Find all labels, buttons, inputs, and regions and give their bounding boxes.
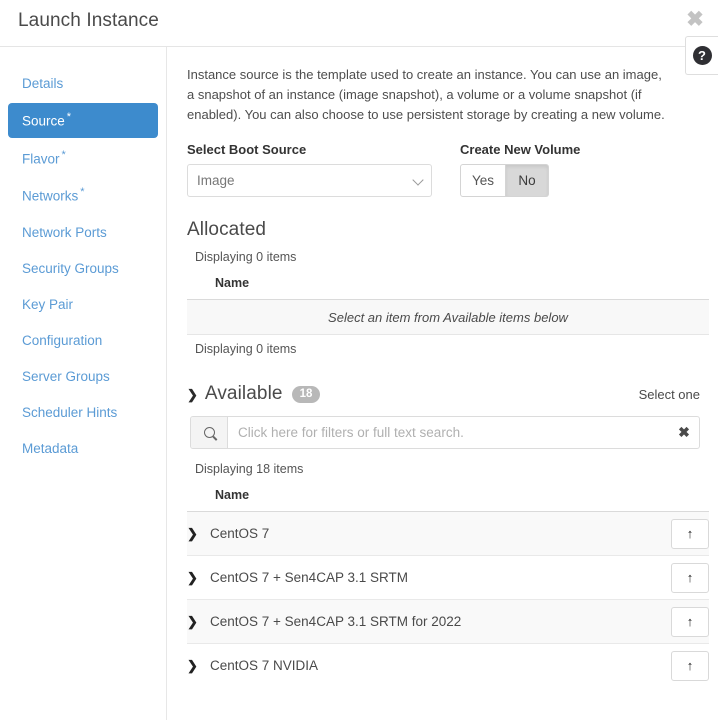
table-row[interactable]: ❯ CentOS 7 NVIDIA ↑ <box>187 644 709 688</box>
boot-source-select-wrapper: Image Instance Snapshot Volume Volume Sn… <box>187 164 432 197</box>
image-name: CentOS 7 <box>210 526 269 541</box>
allocate-up-arrow-button[interactable]: ↑ <box>671 519 709 549</box>
create-new-volume-label: Create New Volume <box>460 142 580 157</box>
modal-body: Details Source* Flavor* Networks* Networ… <box>0 47 718 720</box>
chevron-down-icon[interactable]: ❯ <box>187 388 198 401</box>
available-row-action-cell: ↑ <box>623 556 709 600</box>
available-header-row: Name <box>187 483 709 512</box>
available-column-action <box>623 483 709 512</box>
allocated-table: Name Select an item from Available items… <box>187 271 709 335</box>
allocated-table-body: Select an item from Available items belo… <box>187 300 709 335</box>
chevron-right-icon[interactable]: ❯ <box>187 570 203 586</box>
search-icon[interactable] <box>191 417 228 448</box>
sidebar-item-label: Details <box>22 76 63 91</box>
sidebar-item-flavor[interactable]: Flavor* <box>8 141 158 176</box>
sidebar-item-configuration[interactable]: Configuration <box>8 324 158 357</box>
image-name: CentOS 7 + Sen4CAP 3.1 SRTM <box>210 570 408 585</box>
sidebar-item-key-pair[interactable]: Key Pair <box>8 288 158 321</box>
available-title: Available <box>205 383 283 405</box>
available-header: ❯ Available 18 Select one <box>187 383 700 405</box>
sidebar-item-label: Key Pair <box>22 297 73 312</box>
chevron-right-icon[interactable]: ❯ <box>187 526 203 542</box>
chevron-right-icon[interactable]: ❯ <box>187 614 203 630</box>
close-icon[interactable]: ✖ <box>684 8 706 30</box>
allocated-title: Allocated <box>187 219 709 241</box>
allocate-up-arrow-button[interactable]: ↑ <box>671 563 709 593</box>
help-button[interactable]: ? <box>685 36 718 75</box>
sidebar-item-label: Security Groups <box>22 261 119 276</box>
sidebar-item-security-groups[interactable]: Security Groups <box>8 252 158 285</box>
boot-source-select[interactable]: Image Instance Snapshot Volume Volume Sn… <box>187 164 432 197</box>
sidebar-item-label: Configuration <box>22 333 102 348</box>
allocated-table-head: Name <box>187 271 709 300</box>
required-marker: * <box>67 111 71 123</box>
modal-header: Launch Instance ✖ <box>0 0 718 47</box>
sidebar-item-label: Flavor <box>22 151 60 166</box>
available-table: Name ❯ CentOS 7 ↑ <box>187 483 709 688</box>
sidebar-item-label: Server Groups <box>22 369 110 384</box>
required-marker: * <box>80 186 84 198</box>
sidebar-item-label: Network Ports <box>22 225 107 240</box>
allocated-empty-message: Select an item from Available items belo… <box>187 300 709 335</box>
available-count-badge: 18 <box>292 386 321 403</box>
sidebar-item-scheduler-hints[interactable]: Scheduler Hints <box>8 396 158 429</box>
allocated-count-top: Displaying 0 items <box>195 250 709 264</box>
allocated-column-name: Name <box>187 271 709 300</box>
table-row[interactable]: ❯ CentOS 7 ↑ <box>187 512 709 556</box>
search-input[interactable] <box>228 417 669 448</box>
page-title: Launch Instance <box>18 10 159 32</box>
create-new-volume-toggle: Yes No <box>460 164 580 197</box>
available-column-name: Name <box>187 483 623 512</box>
sidebar-item-label: Networks <box>22 189 78 204</box>
available-row-name-cell: ❯ CentOS 7 + Sen4CAP 3.1 SRTM <box>187 556 623 600</box>
allocate-up-arrow-button[interactable]: ↑ <box>671 651 709 681</box>
source-fields-row: Select Boot Source Image Instance Snapsh… <box>187 142 709 197</box>
image-name: CentOS 7 NVIDIA <box>210 658 318 673</box>
available-table-body: ❯ CentOS 7 ↑ ❯ CentOS 7 + Sen4CAP 3.1 SR… <box>187 512 709 688</box>
question-mark-icon: ? <box>693 46 712 65</box>
sidebar-item-label: Scheduler Hints <box>22 405 117 420</box>
available-row-action-cell: ↑ <box>623 512 709 556</box>
sidebar-item-server-groups[interactable]: Server Groups <box>8 360 158 393</box>
available-row-name-cell: ❯ CentOS 7 NVIDIA <box>187 644 623 688</box>
allocate-up-arrow-button[interactable]: ↑ <box>671 607 709 637</box>
boot-source-label: Select Boot Source <box>187 142 460 157</box>
sidebar-item-networks[interactable]: Networks* <box>8 178 158 213</box>
sidebar-item-label: Metadata <box>22 441 78 456</box>
sidebar-item-details[interactable]: Details <box>8 67 158 100</box>
table-row[interactable]: ❯ CentOS 7 + Sen4CAP 3.1 SRTM ↑ <box>187 556 709 600</box>
available-row-name-cell: ❯ CentOS 7 <box>187 512 623 556</box>
create-new-volume-field: Create New Volume Yes No <box>460 142 580 197</box>
sidebar-item-label: Source <box>22 114 65 129</box>
sidebar-item-metadata[interactable]: Metadata <box>8 432 158 465</box>
required-marker: * <box>62 149 66 161</box>
allocated-empty-row: Select an item from Available items belo… <box>187 300 709 335</box>
allocated-header-row: Name <box>187 271 709 300</box>
wizard-sidebar: Details Source* Flavor* Networks* Networ… <box>0 47 167 720</box>
chevron-right-icon[interactable]: ❯ <box>187 658 203 674</box>
select-one-hint: Select one <box>639 387 700 402</box>
instance-source-description: Instance source is the template used to … <box>187 65 669 125</box>
sidebar-item-source[interactable]: Source* <box>8 103 158 138</box>
available-row-action-cell: ↑ <box>623 600 709 644</box>
filter-search-bar: ✖ <box>190 416 700 449</box>
create-volume-no-button[interactable]: No <box>506 164 549 197</box>
table-row[interactable]: ❯ CentOS 7 + Sen4CAP 3.1 SRTM for 2022 ↑ <box>187 600 709 644</box>
clear-search-icon[interactable]: ✖ <box>669 417 699 448</box>
available-table-head: Name <box>187 483 709 512</box>
sidebar-item-network-ports[interactable]: Network Ports <box>8 216 158 249</box>
allocated-count-bottom: Displaying 0 items <box>195 342 709 356</box>
available-row-action-cell: ↑ <box>623 644 709 688</box>
available-count: Displaying 18 items <box>195 462 709 476</box>
create-volume-yes-button[interactable]: Yes <box>460 164 506 197</box>
source-step-content: Instance source is the template used to … <box>167 47 718 720</box>
image-name: CentOS 7 + Sen4CAP 3.1 SRTM for 2022 <box>210 614 461 629</box>
available-row-name-cell: ❯ CentOS 7 + Sen4CAP 3.1 SRTM for 2022 <box>187 600 623 644</box>
boot-source-field: Select Boot Source Image Instance Snapsh… <box>187 142 460 197</box>
